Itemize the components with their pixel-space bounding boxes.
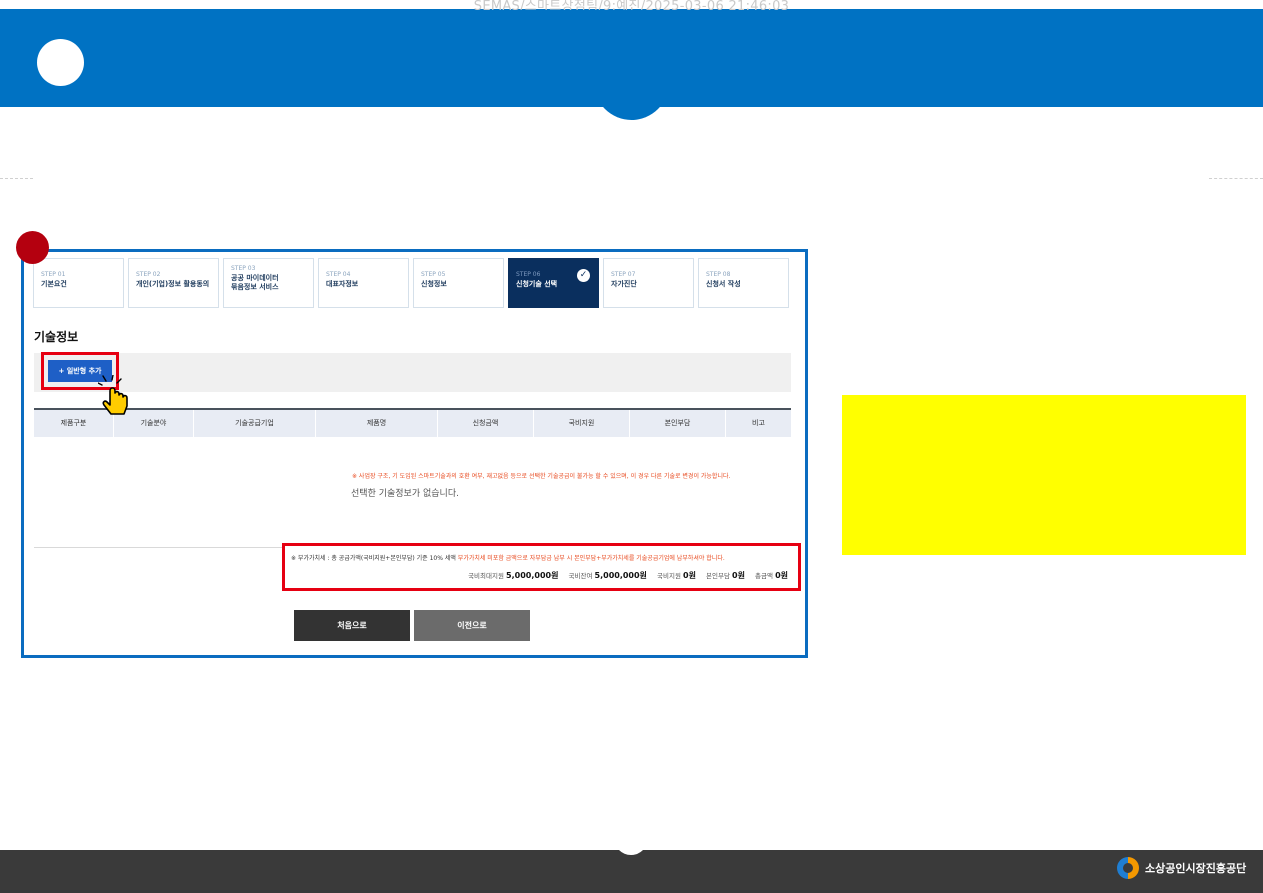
table-bottom-line (34, 547, 282, 548)
step-6-active[interactable]: STEP 06 신청기술 선택 ✓ (508, 258, 599, 308)
step-5[interactable]: STEP 05 신청정보 (413, 258, 504, 308)
total-value: 0원 (683, 571, 696, 580)
step-label: 자가진단 (611, 280, 637, 288)
home-button[interactable]: 처음으로 (294, 610, 410, 641)
vat-notice: ※ 부가가치세 : 총 공급가액(국비지원+본인부담) 기준 10% 세액 부가… (291, 553, 725, 562)
step-number: STEP 08 (706, 271, 731, 278)
divider-right (1209, 178, 1263, 179)
vat-prefix: ※ 부가가치세 : 총 공급가액(국비지원+본인부담) 기준 10% 세액 (291, 555, 458, 562)
total-label: 국비최대지원 (468, 572, 504, 580)
step-label: 신청서 작성 (706, 280, 741, 288)
table-header: 제품구분 기술분야 기술공급기업 제품명 신청금액 국비지원 본인부담 비고 (34, 408, 791, 437)
notice-text: ※ 사업장 구조, 기 도입된 스마트기술과의 호환 여부, 재고없음 등으로 … (352, 473, 731, 480)
col-remarks: 비고 (752, 419, 765, 427)
col-supplier: 기술공급기업 (194, 410, 316, 437)
step-number: STEP 04 (326, 271, 351, 278)
empty-state: 선택한 기술정보가 없습니다. (24, 486, 811, 499)
summary-highlight: ※ 부가가치세 : 총 공급가액(국비지원+본인부담) 기준 10% 세액 부가… (282, 543, 801, 591)
total-label: 총금액 (755, 572, 773, 580)
step-1[interactable]: STEP 01 기본요건 (33, 258, 124, 308)
step-number: STEP 07 (611, 271, 636, 278)
org-logo: 소상공인시장진흥공단 (1117, 857, 1246, 879)
org-logo-icon (1117, 857, 1139, 879)
step-number: STEP 05 (421, 271, 446, 278)
empty-message: 선택한 기술정보가 없습니다. (351, 489, 459, 499)
step-number: STEP 01 (41, 271, 66, 278)
step-number: STEP 02 (136, 271, 161, 278)
org-name: 소상공인시장진흥공단 (1145, 862, 1247, 875)
annotation-box (842, 395, 1246, 555)
step-label: 대표자정보 (326, 280, 359, 288)
step-8[interactable]: STEP 08 신청서 작성 (698, 258, 789, 308)
step-4[interactable]: STEP 04 대표자정보 (318, 258, 409, 308)
step-label: 신청정보 (421, 280, 447, 288)
step-label: 개인(기업)정보 활용동의 (136, 280, 210, 288)
col-national-support: 국비지원 (534, 410, 630, 437)
total-value: 5,000,000원 (506, 571, 559, 580)
col-product-name: 제품명 (316, 410, 438, 437)
step-2[interactable]: STEP 02 개인(기업)정보 활용동의 (128, 258, 219, 308)
col-request-amount: 신청금액 (438, 410, 534, 437)
screenshot-frame: STEP 01 기본요건 STEP 02 개인(기업)정보 활용동의 STEP … (21, 249, 808, 658)
check-icon: ✓ (577, 269, 590, 282)
footer-bar (0, 850, 1263, 893)
step-7[interactable]: STEP 07 자가진단 (603, 258, 694, 308)
header-notch (594, 65, 669, 120)
total-label: 본인부담 (706, 572, 730, 580)
step-number: STEP 03 (231, 265, 256, 272)
step-marker-dot (16, 231, 49, 264)
step-3[interactable]: STEP 03 공공 마이데이터 묶음정보 서비스 (223, 258, 314, 308)
vat-warning: 부가가치세 미포함 금액으로 자부담금 납부 시 본인부담+부가가치세를 기술공… (457, 555, 725, 562)
total-value: 0원 (775, 571, 788, 580)
step-label-line2: 묶음정보 서비스 (231, 283, 279, 291)
total-label: 국비지원 (657, 572, 681, 580)
total-value: 5,000,000원 (594, 571, 647, 580)
total-value: 0원 (732, 571, 745, 580)
previous-button[interactable]: 이전으로 (414, 610, 530, 641)
slide: SEMAS/스마트상점팀/9:예진/2025-03-06 21:46:03 ST… (0, 0, 1263, 893)
watermark: SEMAS/스마트상점팀/9:예진/2025-03-06 21:46:03 (473, 0, 790, 10)
step-progress: STEP 01 기본요건 STEP 02 개인(기업)정보 활용동의 STEP … (33, 258, 789, 308)
header-circle-icon (37, 39, 84, 86)
pointer-hand-icon (98, 375, 128, 415)
divider-left (0, 178, 33, 179)
action-bar: ※ 사업장 구조, 기 도입된 스마트기술과의 호환 여부, 재고없음 등으로 … (34, 353, 791, 480)
amount-totals: 국비최대지원 5,000,000원 국비잔여 5,000,000원 국비지원 0… (468, 570, 788, 581)
col-self-payment: 본인부담 (630, 410, 726, 437)
section-title: 기술정보 (34, 330, 79, 344)
step-label: 공공 마이데이터 (231, 274, 279, 282)
step-label: 기본요건 (41, 280, 67, 288)
total-label: 국비잔여 (568, 572, 593, 580)
